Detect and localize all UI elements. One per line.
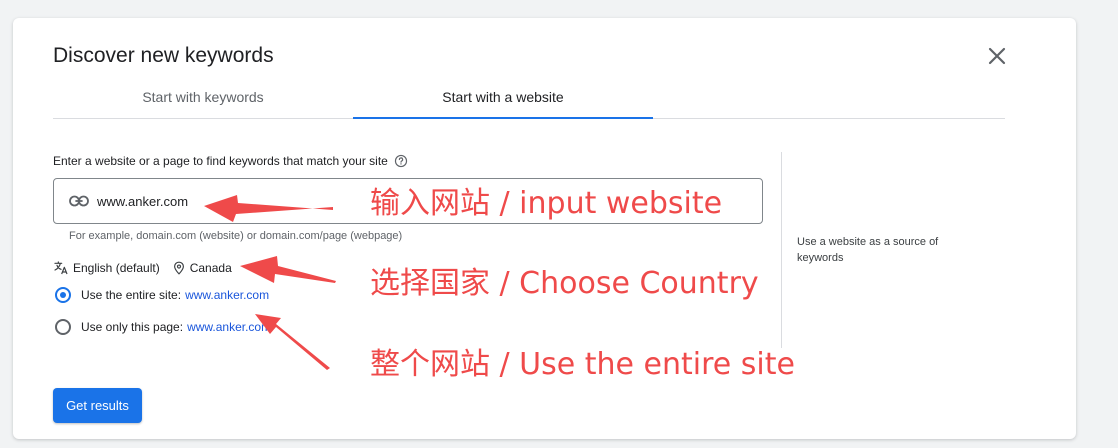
website-field-label: Enter a website or a page to find keywor… [53, 154, 408, 168]
tab-bar: Start with keywords Start with a website [53, 76, 1005, 119]
website-field-label-text: Enter a website or a page to find keywor… [53, 154, 388, 168]
annotation-input-website: 输入网站 / input website [370, 186, 723, 221]
input-hint: For example, domain.com (website) or dom… [69, 230, 403, 242]
radio-this-page-url: www.anker.com [187, 320, 272, 334]
radio-this-page-circle[interactable] [55, 319, 71, 335]
radio-this-page-label: Use only this page: [81, 320, 184, 334]
website-input-value: www.anker.com [97, 194, 189, 209]
annotation-entire-site: 整个网站 / Use the entire site [370, 347, 795, 382]
targeting-row: English (default) Canada [53, 260, 232, 276]
location-pin-icon [173, 261, 184, 275]
translate-icon [54, 261, 68, 275]
annotation-choose-country: 选择国家 / Choose Country [370, 266, 759, 301]
tab-start-with-website[interactable]: Start with a website [353, 76, 653, 119]
dialog-title: Discover new keywords [53, 44, 274, 67]
link-icon [69, 195, 89, 207]
vertical-divider [781, 152, 782, 348]
language-selector[interactable]: English (default) [53, 260, 160, 276]
radio-entire-site-url: www.anker.com [185, 288, 270, 302]
location-label: Canada [189, 261, 232, 275]
location-selector[interactable]: Canada [172, 260, 232, 276]
radio-entire-site-label: Use the entire site: [81, 288, 182, 302]
radio-entire-site[interactable]: Use the entire site: www.anker.com [55, 287, 269, 303]
tab-start-with-keywords[interactable]: Start with keywords [53, 76, 353, 118]
radio-entire-site-circle[interactable] [55, 287, 71, 303]
radio-this-page[interactable]: Use only this page: www.anker.com [55, 319, 271, 335]
get-results-button[interactable]: Get results [53, 388, 142, 423]
help-icon[interactable] [394, 154, 408, 168]
language-label: English (default) [73, 261, 160, 275]
side-note: Use a website as a source of keywords [797, 236, 939, 264]
close-icon[interactable] [985, 44, 1009, 68]
